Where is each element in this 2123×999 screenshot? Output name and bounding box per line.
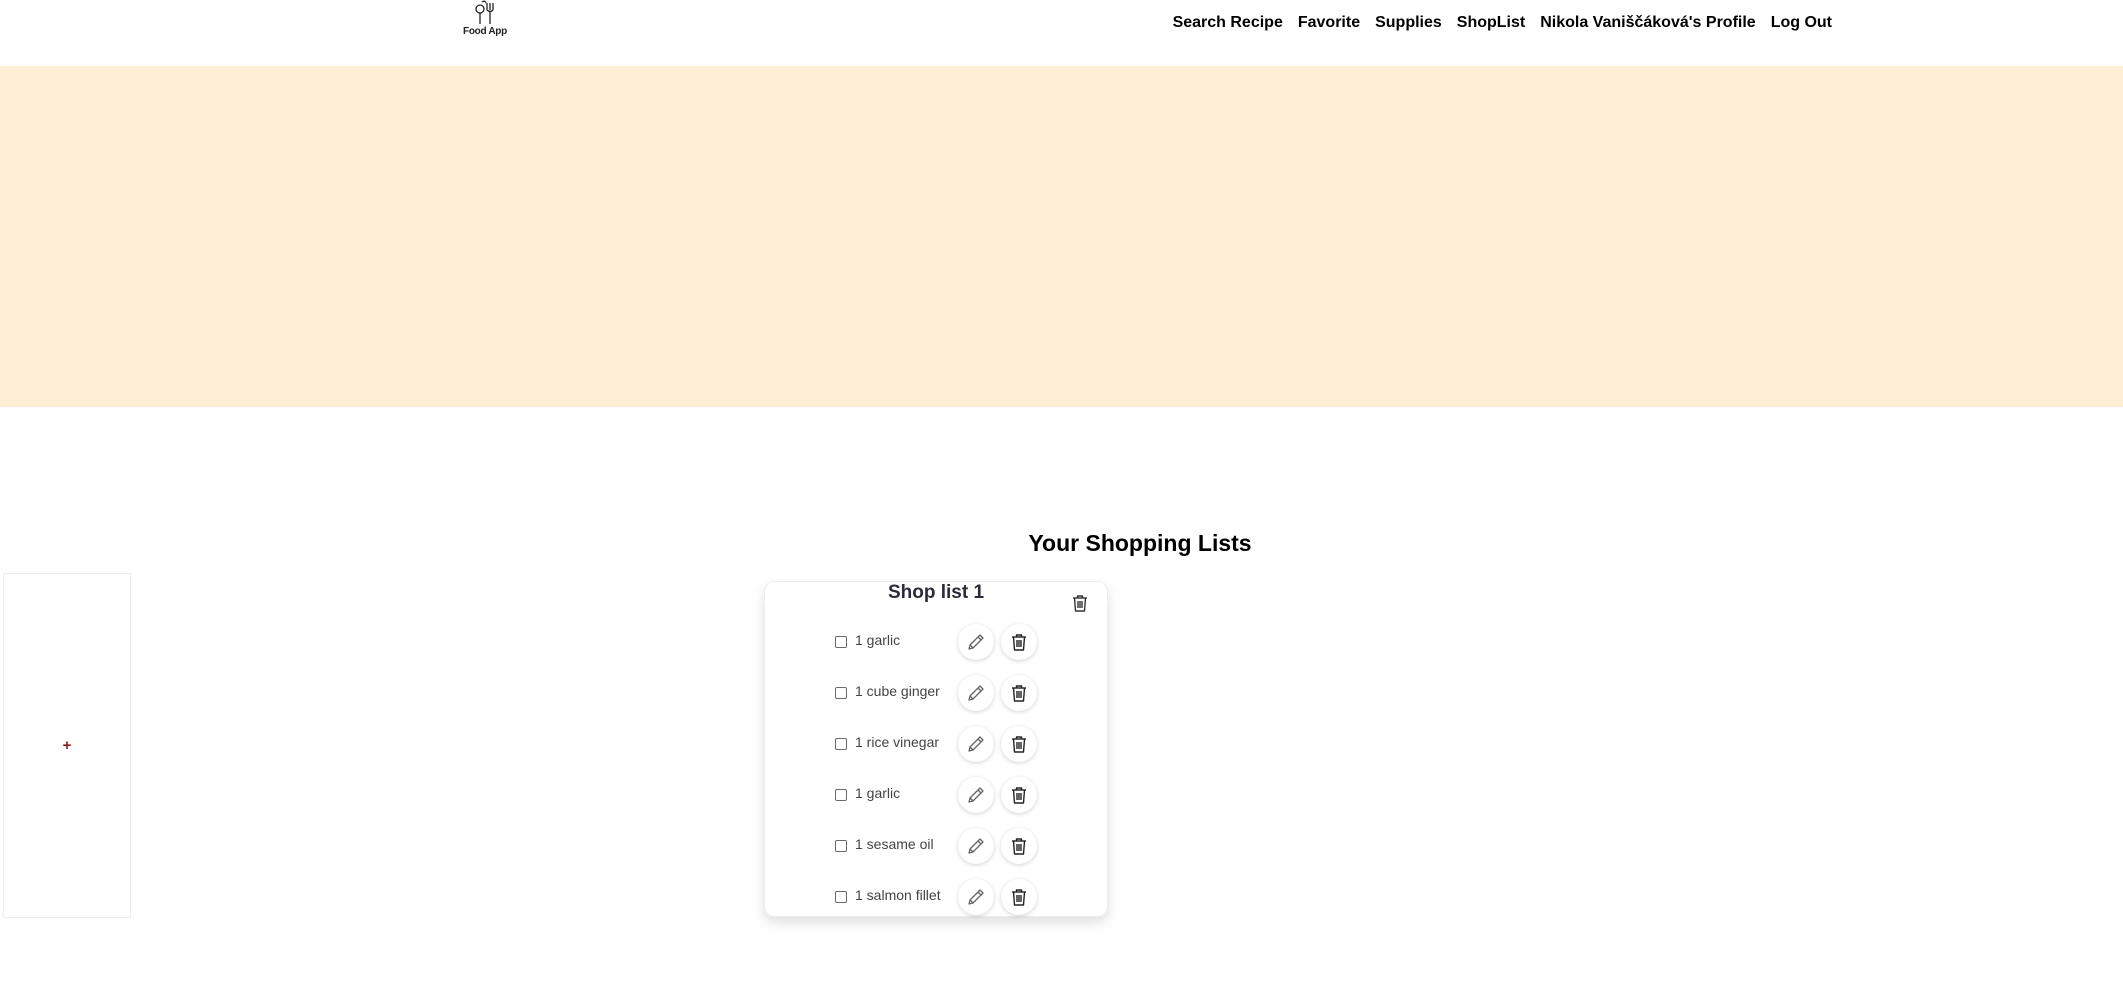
- item-checkbox[interactable]: [835, 738, 847, 750]
- list-item: 1 salmon fillet: [765, 875, 1107, 919]
- logo-text: Food App: [463, 26, 507, 37]
- pencil-icon: [968, 634, 984, 650]
- list-item: 1 garlic: [765, 773, 1107, 817]
- item-label: 1 garlic: [855, 632, 901, 648]
- item-label: 1 sesame oil: [855, 836, 934, 852]
- list-item: 1 rice vinegar: [765, 722, 1107, 766]
- delete-list-button[interactable]: [1071, 593, 1089, 613]
- delete-item-button[interactable]: [1001, 726, 1037, 762]
- edit-item-button[interactable]: [958, 624, 994, 660]
- item-label: 1 garlic: [855, 785, 901, 801]
- list-item: 1 garlic: [765, 620, 1107, 664]
- edit-item-button[interactable]: [958, 675, 994, 711]
- add-list-plus-icon: +: [62, 737, 72, 754]
- page-title: Your Shopping Lists: [1028, 530, 1252, 556]
- list-item: 1 cube ginger: [765, 671, 1107, 715]
- delete-item-button[interactable]: [1001, 879, 1037, 915]
- trash-icon: [1012, 736, 1026, 753]
- logo-icon: [475, 0, 494, 24]
- edit-item-button[interactable]: [958, 726, 994, 762]
- nav-supplies[interactable]: Supplies: [1375, 14, 1442, 32]
- add-list-card[interactable]: +: [3, 573, 131, 918]
- pencil-icon: [968, 787, 984, 803]
- edit-item-button[interactable]: [958, 879, 994, 915]
- trash-icon: [1012, 889, 1026, 906]
- main-nav: Search Recipe Favorite Supplies ShopList…: [1173, 14, 1832, 32]
- trash-icon: [1012, 838, 1026, 855]
- shopping-list-card: Shop list 1 1 garlic 1 cube ginger 1 ric…: [764, 581, 1108, 917]
- nav-profile[interactable]: Nikola Vaniščáková's Profile: [1540, 14, 1755, 32]
- item-checkbox[interactable]: [835, 789, 847, 801]
- nav-log-out[interactable]: Log Out: [1771, 14, 1832, 32]
- trash-icon: [1073, 595, 1087, 612]
- item-checkbox[interactable]: [835, 891, 847, 903]
- item-checkbox[interactable]: [835, 636, 847, 648]
- pencil-icon: [968, 685, 984, 701]
- trash-icon: [1012, 787, 1026, 804]
- delete-item-button[interactable]: [1001, 675, 1037, 711]
- delete-item-button[interactable]: [1001, 777, 1037, 813]
- list-title: Shop list 1: [887, 582, 985, 603]
- trash-icon: [1012, 634, 1026, 651]
- pencil-icon: [968, 889, 984, 905]
- nav-search-recipe[interactable]: Search Recipe: [1173, 14, 1283, 32]
- delete-item-button[interactable]: [1001, 828, 1037, 864]
- logo[interactable]: Food App: [462, 0, 508, 44]
- item-checkbox[interactable]: [835, 687, 847, 699]
- top-header: Food App Search Recipe Favorite Supplies…: [0, 0, 2123, 66]
- item-label: 1 cube ginger: [855, 683, 940, 699]
- list-item: 1 sesame oil: [765, 824, 1107, 868]
- nav-shoplist[interactable]: ShopList: [1457, 14, 1525, 32]
- edit-item-button[interactable]: [958, 777, 994, 813]
- delete-item-button[interactable]: [1001, 624, 1037, 660]
- trash-icon: [1012, 685, 1026, 702]
- item-label: 1 rice vinegar: [855, 734, 940, 750]
- hero-banner: [0, 66, 2123, 407]
- item-checkbox[interactable]: [835, 840, 847, 852]
- edit-item-button[interactable]: [958, 828, 994, 864]
- nav-favorite[interactable]: Favorite: [1298, 14, 1360, 32]
- pencil-icon: [968, 736, 984, 752]
- pencil-icon: [968, 838, 984, 854]
- item-label: 1 salmon fillet: [855, 887, 941, 903]
